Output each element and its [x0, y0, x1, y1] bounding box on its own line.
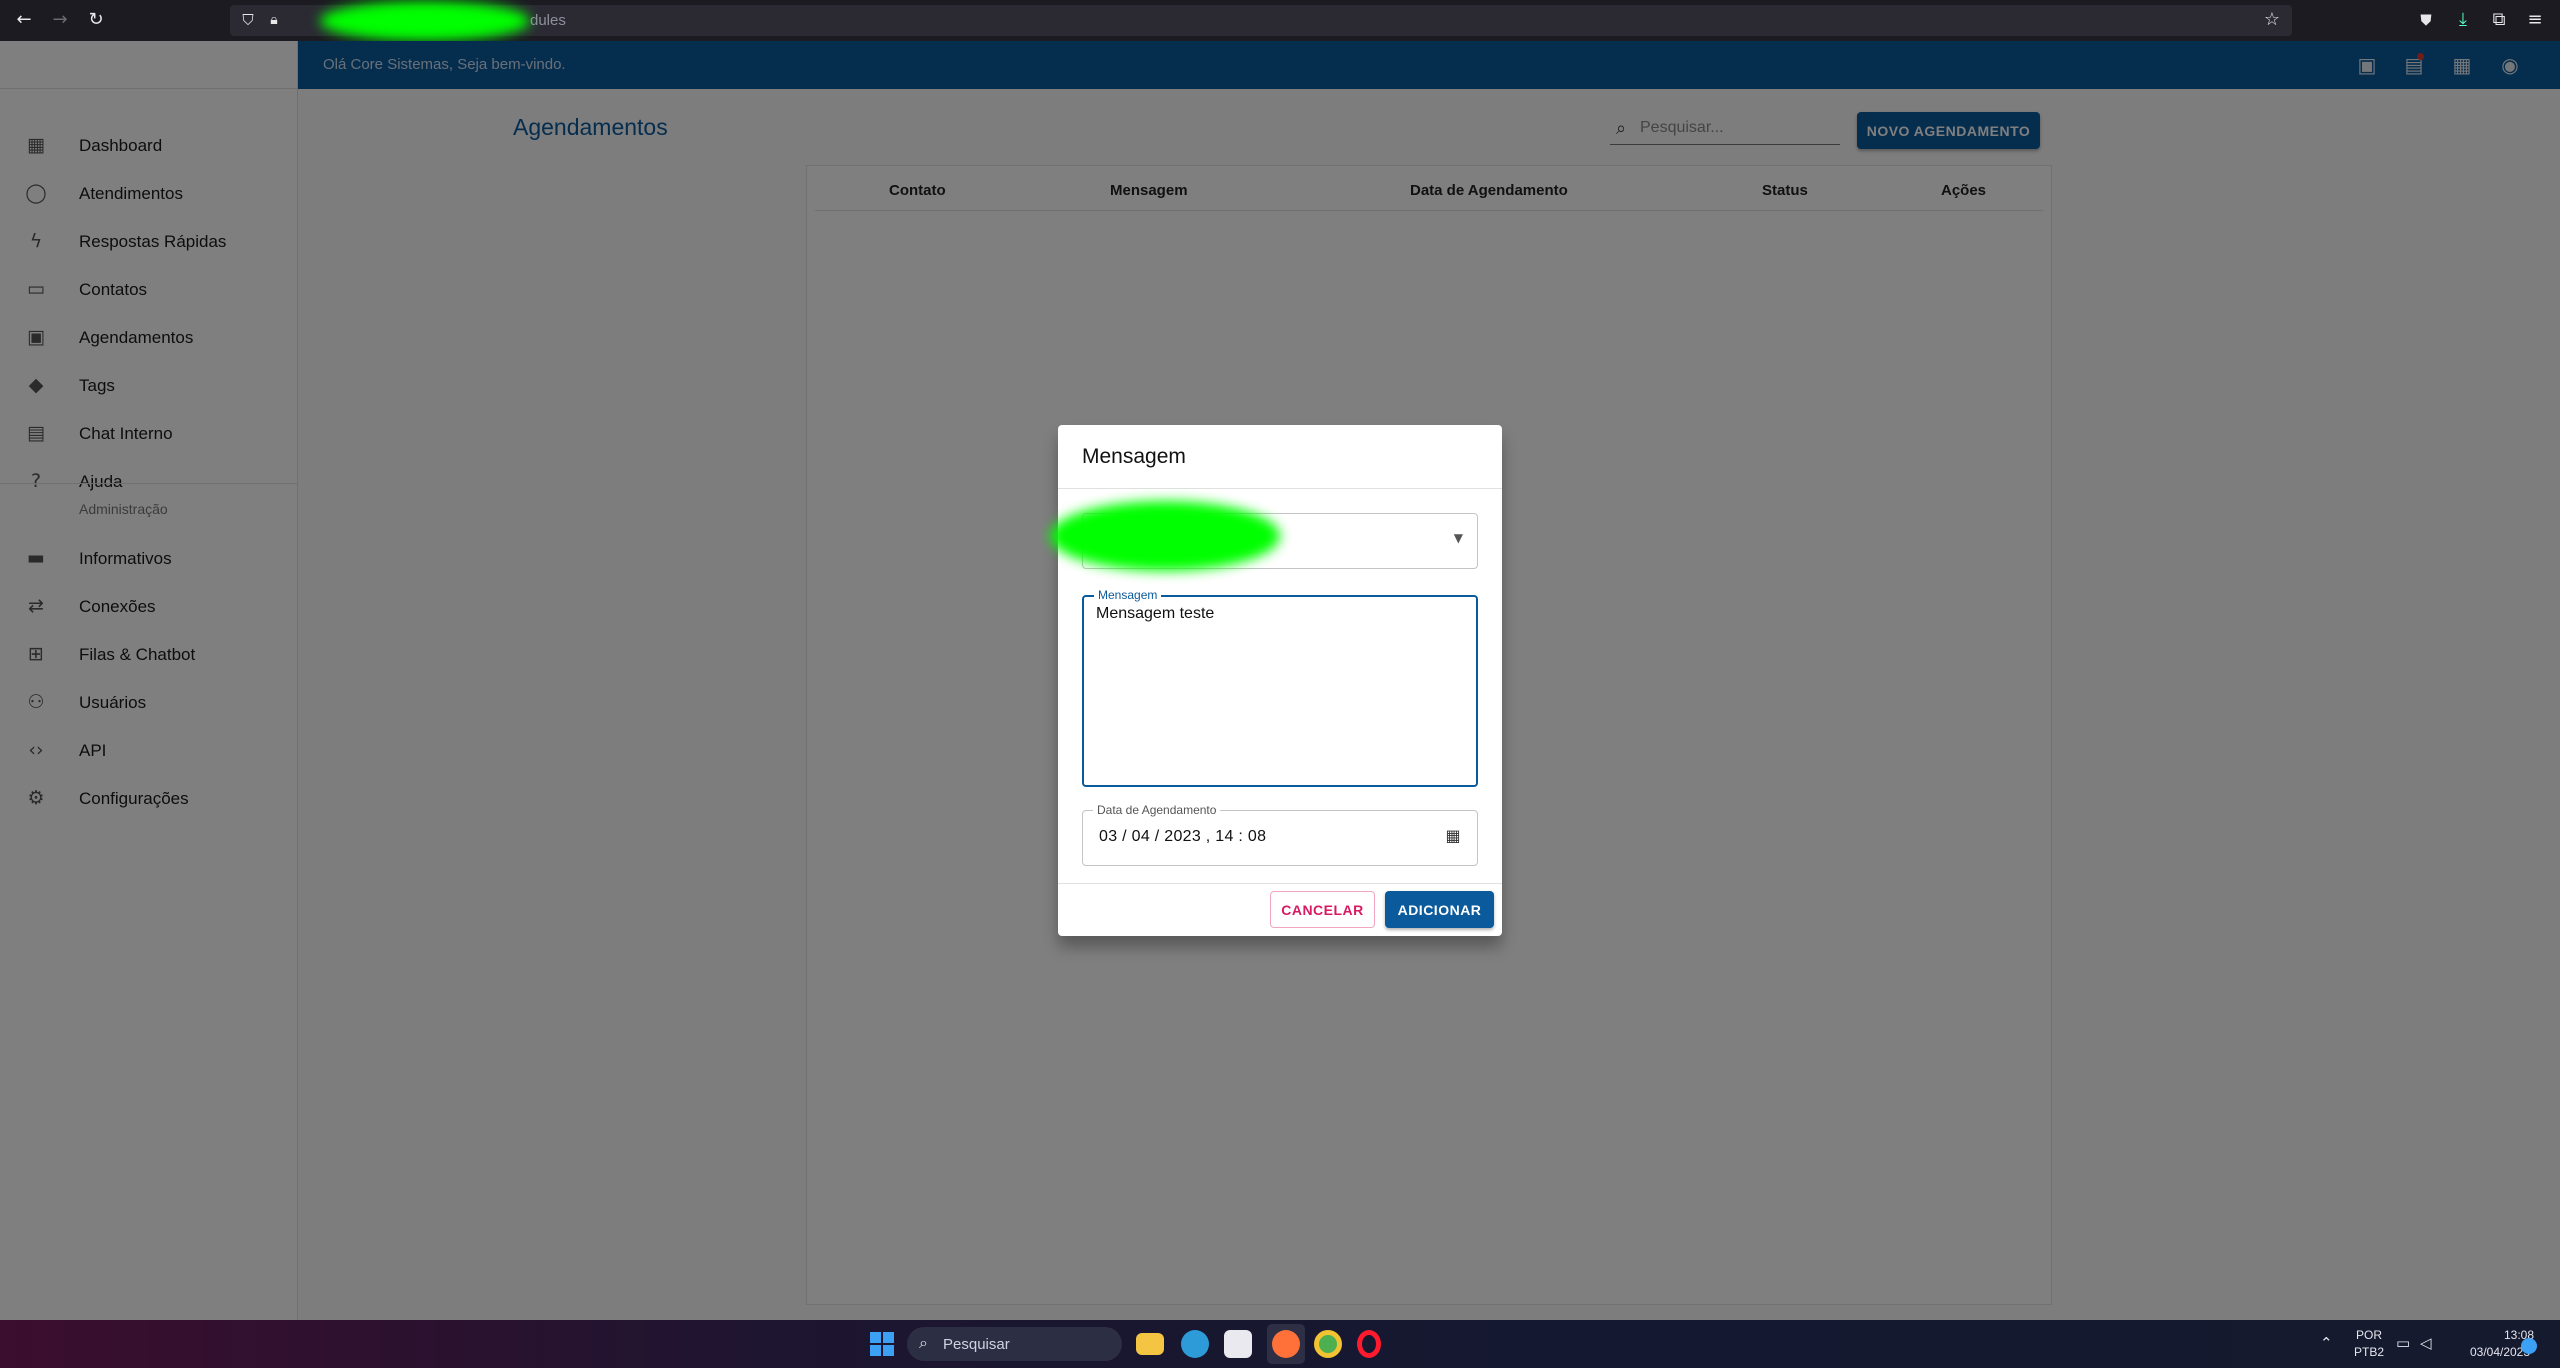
taskbar-search-label: Pesquisar: [943, 1336, 1010, 1353]
cancel-button[interactable]: CANCELAR: [1270, 891, 1375, 928]
message-textarea[interactable]: Mensagem Mensagem teste: [1082, 588, 1478, 787]
shield-icon[interactable]: ⛉: [238, 10, 258, 30]
clock-time[interactable]: 13:08: [2488, 1328, 2550, 1342]
search-icon: ⌕: [919, 1333, 928, 1352]
message-value: Mensagem teste: [1096, 605, 1215, 622]
dialog-title: Mensagem: [1082, 445, 1186, 468]
message-label: Mensagem: [1094, 588, 1162, 602]
edge-icon[interactable]: [1181, 1330, 1209, 1358]
add-button[interactable]: ADICIONAR: [1385, 891, 1494, 928]
extensions-icon[interactable]: ⧉: [2489, 10, 2509, 30]
menu-icon[interactable]: ≡: [2525, 10, 2545, 30]
opera-icon[interactable]: [1357, 1330, 1381, 1358]
dialog-divider-top: [1058, 488, 1502, 489]
volume-icon[interactable]: ◁: [2420, 1334, 2432, 1352]
taskbar-search[interactable]: ⌕ Pesquisar: [907, 1327, 1122, 1361]
redaction-mark: [320, 1, 530, 41]
forward-icon[interactable]: →: [50, 10, 70, 30]
reload-icon[interactable]: ↻: [86, 10, 106, 30]
file-explorer-icon[interactable]: [1136, 1333, 1164, 1355]
windows-start-icon[interactable]: [870, 1332, 894, 1356]
calendar-icon[interactable]: ▦: [1443, 826, 1463, 846]
browser-toolbar: ← → ↻ ⛉ 🔒︎ dules ☆ ⛊ ⤓ ⧉ ≡: [0, 0, 2560, 41]
notification-badge[interactable]: [2521, 1338, 2537, 1354]
date-label: Data de Agendamento: [1093, 803, 1221, 817]
chrome-icon[interactable]: [1314, 1330, 1342, 1358]
language-indicator[interactable]: POR: [2356, 1328, 2382, 1342]
keyboard-layout[interactable]: PTB2: [2354, 1345, 2384, 1359]
redaction-mark: [1050, 501, 1280, 571]
url-text: dules: [530, 12, 566, 29]
chevron-up-icon[interactable]: ⌃: [2320, 1334, 2333, 1352]
dialog-divider-bottom: [1058, 883, 1502, 884]
dropdown-arrow-icon: ▼: [1453, 531, 1463, 545]
firefox-icon[interactable]: [1272, 1330, 1300, 1358]
taskbar: ⌕ Pesquisar ⌃ POR PTB2 ▭ ◁ 13:08 03/04/2…: [0, 1320, 2560, 1368]
pocket-icon[interactable]: ⛊: [2416, 10, 2436, 30]
store-icon[interactable]: [1224, 1330, 1252, 1358]
schedule-datetime-input[interactable]: Data de Agendamento 03 / 04 / 2023 , 14 …: [1082, 803, 1478, 866]
lock-icon[interactable]: 🔒︎: [264, 10, 284, 30]
download-icon[interactable]: ⤓: [2453, 10, 2473, 30]
back-icon[interactable]: ←: [14, 10, 34, 30]
address-bar[interactable]: ⛉ 🔒︎ dules ☆: [230, 1, 2292, 41]
date-value: 03 / 04 / 2023 , 14 : 08: [1099, 828, 1267, 845]
message-dialog: Mensagem ▼ Mensagem Mensagem teste Data …: [1050, 425, 1502, 936]
network-icon[interactable]: ▭: [2396, 1334, 2410, 1352]
bookmark-star-icon[interactable]: ☆: [2262, 10, 2282, 30]
